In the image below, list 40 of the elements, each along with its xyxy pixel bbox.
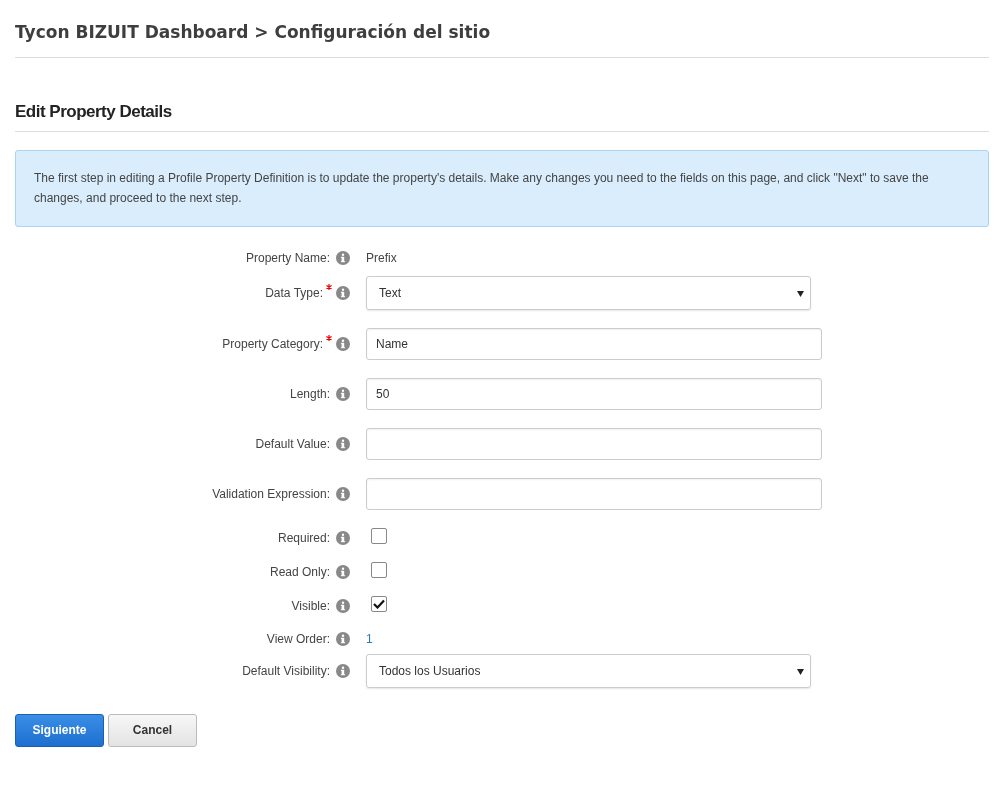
field-label: Read Only: bbox=[269, 563, 330, 581]
info-icon[interactable] bbox=[336, 663, 350, 678]
field-label: Required: bbox=[277, 529, 330, 547]
field-label: Visible: bbox=[291, 597, 330, 615]
view-order-link[interactable]: 1 bbox=[366, 629, 373, 648]
select-field[interactable]: Todos los Usuarios bbox=[366, 653, 811, 688]
info-icon[interactable] bbox=[336, 285, 350, 300]
section-title: Edit Property Details bbox=[15, 101, 173, 124]
field-label: Default Value: bbox=[255, 435, 330, 453]
field-label: Default Visibility: bbox=[242, 662, 330, 680]
input-field[interactable]: Name bbox=[366, 327, 822, 360]
info-icon[interactable] bbox=[336, 336, 350, 351]
field-label: Data Type: bbox=[265, 284, 323, 302]
field-label: Property Category: bbox=[222, 335, 323, 353]
required-asterisk-icon bbox=[326, 334, 332, 341]
checkbox[interactable] bbox=[371, 595, 387, 612]
info-icon[interactable] bbox=[336, 386, 350, 401]
input-field[interactable] bbox=[366, 477, 822, 510]
field-label: Length: bbox=[289, 385, 330, 403]
page-title: Tycon BIZUIT Dashboard > Configuración del sitio bbox=[15, 21, 492, 44]
cancel-button[interactable]: Cancel bbox=[108, 713, 197, 747]
info-icon[interactable] bbox=[336, 598, 350, 613]
checkbox[interactable] bbox=[371, 527, 387, 544]
info-message: The first step in editing a Profile Property Definition is to update the property's details. Make any changes you need to the fields on this page, and click "Next" to save the changes, and proceed to the next step. bbox=[15, 149, 989, 227]
input-field[interactable]: 50 bbox=[366, 377, 822, 410]
field-label: Validation Expression: bbox=[212, 485, 330, 503]
info-icon[interactable] bbox=[336, 250, 350, 265]
info-icon[interactable] bbox=[336, 631, 350, 646]
info-icon[interactable] bbox=[336, 530, 350, 545]
info-icon[interactable] bbox=[336, 486, 350, 501]
next-button[interactable]: Siguiente bbox=[15, 713, 104, 747]
field-value: Prefix bbox=[366, 249, 397, 267]
required-asterisk-icon bbox=[326, 283, 332, 290]
checkbox[interactable] bbox=[371, 561, 387, 578]
info-icon[interactable] bbox=[336, 436, 350, 451]
input-field[interactable] bbox=[366, 427, 822, 460]
field-label: Property Name: bbox=[245, 249, 330, 267]
select-field[interactable]: Text bbox=[366, 275, 811, 310]
field-label: View Order: bbox=[266, 630, 330, 648]
info-icon[interactable] bbox=[336, 564, 350, 579]
